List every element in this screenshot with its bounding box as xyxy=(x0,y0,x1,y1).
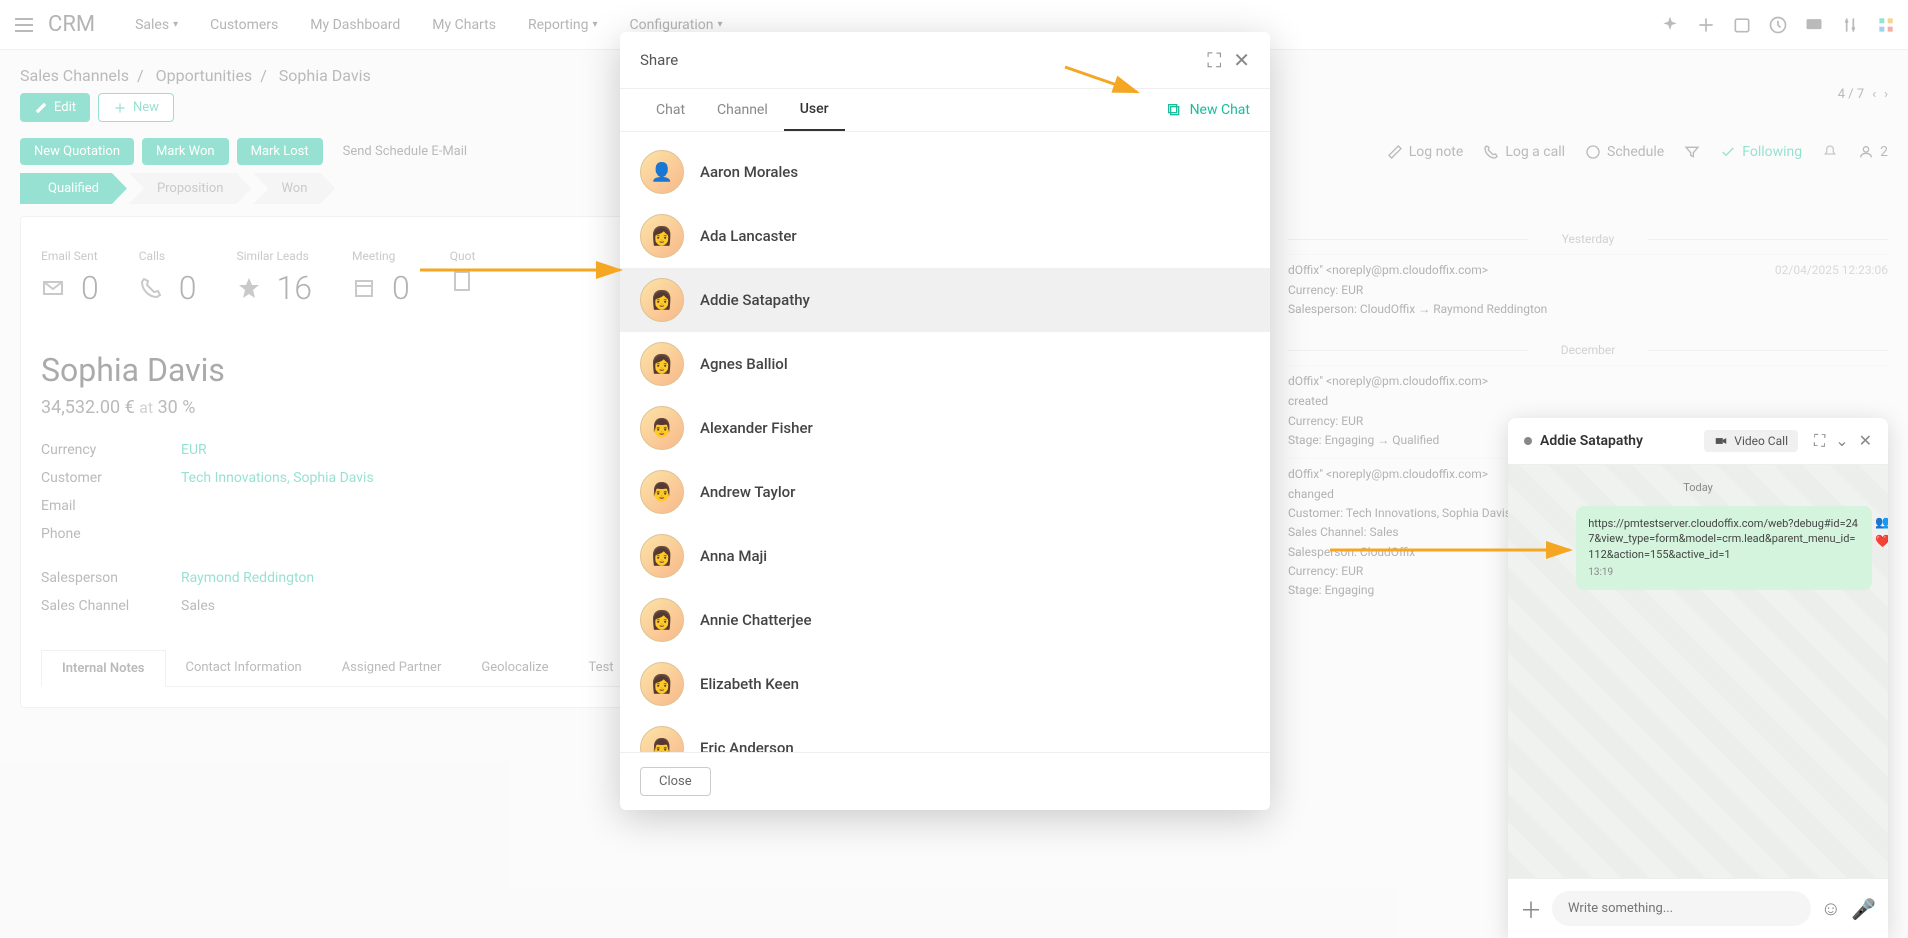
mic-icon[interactable]: 🎤 xyxy=(1851,897,1876,921)
chat-message[interactable]: https://pmtestserver.cloudoffix.com/web?… xyxy=(1576,506,1872,590)
avatar: 👤 xyxy=(640,150,684,194)
user-item[interactable]: 👩Anna Maji xyxy=(620,524,1270,588)
video-call-button[interactable]: Video Call xyxy=(1704,430,1798,452)
avatar: 👩 xyxy=(640,598,684,642)
user-item[interactable]: 👩Annie Chatterjee xyxy=(620,588,1270,652)
modal-tab-chat[interactable]: Chat xyxy=(640,90,701,130)
avatar: 👩 xyxy=(640,278,684,322)
video-icon xyxy=(1714,434,1728,448)
user-item-selected[interactable]: 👩Addie Satapathy xyxy=(620,268,1270,332)
avatar: 👨 xyxy=(640,406,684,450)
user-item[interactable]: 👨Andrew Taylor xyxy=(620,460,1270,524)
minimize-icon[interactable]: ⌄ xyxy=(1835,431,1848,451)
chat-input-row: ＋ ☺ 🎤 xyxy=(1508,878,1888,938)
modal-title: Share xyxy=(640,51,678,69)
new-chat-button[interactable]: New Chat xyxy=(1166,102,1250,118)
avatar: 👩 xyxy=(640,342,684,386)
user-list[interactable]: 👤Aaron Morales 👩Ada Lancaster 👩Addie Sat… xyxy=(620,132,1270,752)
chat-widget: Addie Satapathy Video Call ⛶ ⌄ ✕ Today h… xyxy=(1508,418,1888,938)
expand-icon[interactable]: ⛶ xyxy=(1814,431,1825,451)
avatar: 👨 xyxy=(640,726,684,752)
chat-date-today: Today xyxy=(1524,481,1872,494)
user-item[interactable]: 👨Eric Anderson xyxy=(620,716,1270,752)
modal-close-button[interactable]: Close xyxy=(640,767,711,796)
user-item[interactable]: 👤Aaron Morales xyxy=(620,140,1270,204)
avatar: 👩 xyxy=(640,214,684,258)
emoji-icon[interactable]: ☺ xyxy=(1821,896,1841,921)
user-item[interactable]: 👩Agnes Balliol xyxy=(620,332,1270,396)
user-item[interactable]: 👩Elizabeth Keen xyxy=(620,652,1270,716)
chat-header: Addie Satapathy Video Call ⛶ ⌄ ✕ xyxy=(1508,418,1888,465)
close-icon[interactable]: ✕ xyxy=(1233,48,1250,72)
copy-icon xyxy=(1166,102,1182,118)
user-item[interactable]: 👨Alexander Fisher xyxy=(620,396,1270,460)
status-dot xyxy=(1524,437,1532,445)
chat-input[interactable] xyxy=(1552,891,1811,926)
expand-icon[interactable]: ⛶ xyxy=(1207,48,1221,72)
reaction-icons[interactable]: 👥 ❤️ xyxy=(1875,514,1888,550)
avatar: 👨 xyxy=(640,470,684,514)
modal-tab-user[interactable]: User xyxy=(784,89,845,131)
share-modal: Share ⛶ ✕ Chat Channel User New Chat 👤Aa… xyxy=(620,32,1270,810)
chat-contact-name: Addie Satapathy xyxy=(1540,433,1696,449)
close-icon[interactable]: ✕ xyxy=(1859,431,1872,451)
modal-tab-channel[interactable]: Channel xyxy=(701,90,784,130)
modal-tabs: Chat Channel User New Chat xyxy=(620,89,1270,132)
attach-icon[interactable]: ＋ xyxy=(1520,893,1542,925)
user-item[interactable]: 👩Ada Lancaster xyxy=(620,204,1270,268)
avatar: 👩 xyxy=(640,534,684,578)
chat-body[interactable]: Today https://pmtestserver.cloudoffix.co… xyxy=(1508,465,1888,878)
avatar: 👩 xyxy=(640,662,684,706)
